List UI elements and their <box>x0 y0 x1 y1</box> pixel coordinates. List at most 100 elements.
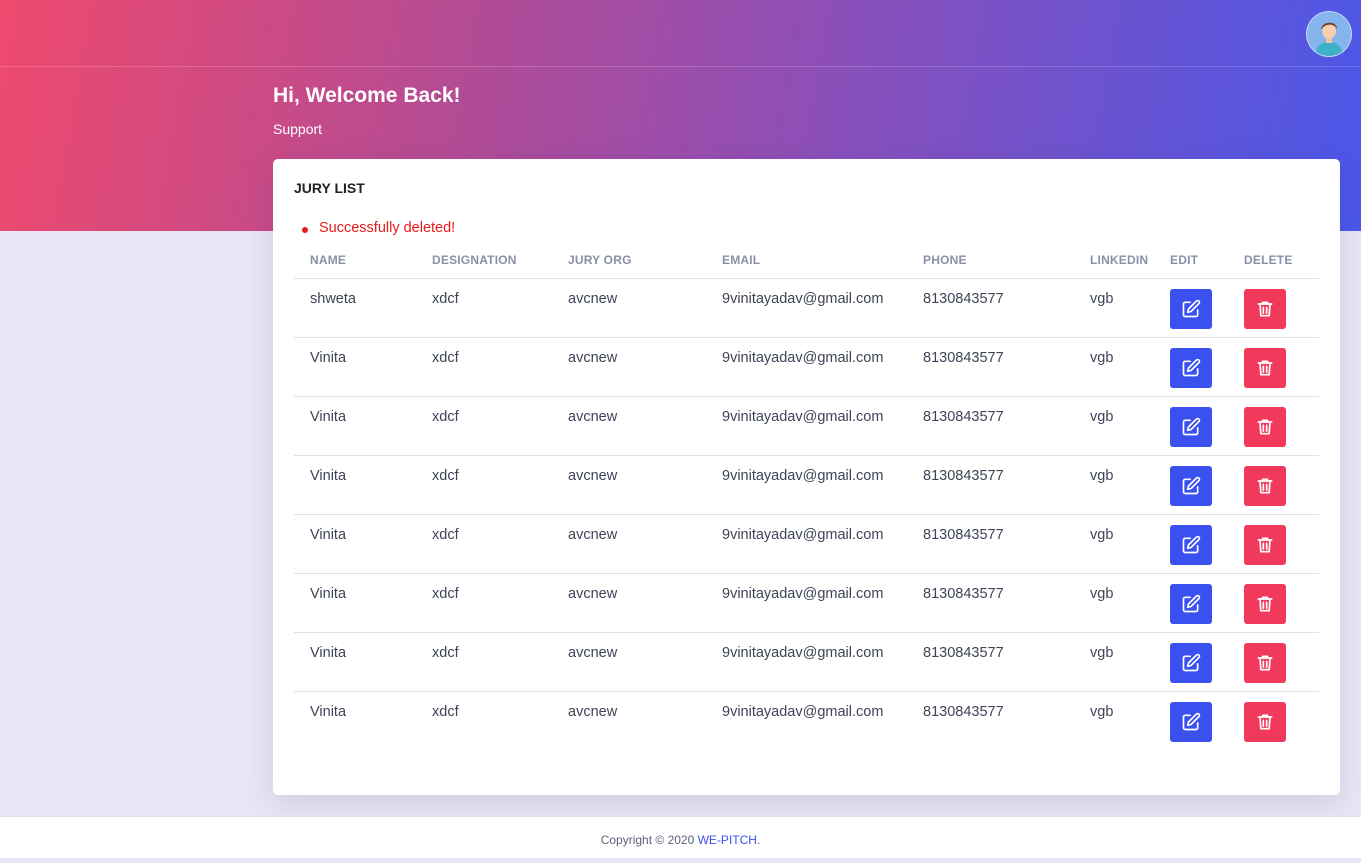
table-row: Vinita xdcf avcnew 9vinitayadav@gmail.com 81… <box>294 632 1319 692</box>
cell-email: 9vinitayadav@gmail.com <box>706 573 907 633</box>
edit-button[interactable] <box>1170 466 1212 506</box>
column-header-designation: DESIGNATION <box>416 253 552 279</box>
cell-email: 9vinitayadav@gmail.com <box>706 514 907 574</box>
cell-name: shweta <box>310 291 356 307</box>
cell-edit <box>1170 691 1244 751</box>
cell-name: Vinita <box>294 691 416 751</box>
cell-name: Vinita <box>294 632 416 692</box>
cell-email: 9vinitayadav@gmail.com <box>706 691 907 751</box>
cell-linkedin: vgb <box>1074 337 1170 397</box>
edit-button[interactable] <box>1170 702 1212 742</box>
cell-org: avcnew <box>552 337 706 397</box>
success-alert: Successfully deleted! <box>301 220 456 236</box>
jury-table: NAME DESIGNATION JURY ORG EMAIL PHONE LI… <box>294 253 1319 751</box>
jury-list-card: JURY LIST Successfully deleted! NAME DES… <box>273 159 1340 795</box>
table-row: Vinita xdcf avcnew 9vinitayadav@gmail.com 81… <box>294 396 1319 456</box>
cell-edit <box>1170 455 1244 515</box>
delete-button[interactable] <box>1244 643 1286 683</box>
cell-phone: 8130843577 <box>907 396 1074 456</box>
table-row: Vinita xdcf avcnew 9vinitayadav@gmail.com 81… <box>294 573 1319 633</box>
table-row: shweta xdcf avcnew 9vinitayadav@gmail.com 81… <box>294 279 1319 338</box>
table-row: Vinita xdcf avcnew 9vinitayadav@gmail.com 81… <box>294 691 1319 751</box>
delete-button[interactable] <box>1244 525 1286 565</box>
cell-delete <box>1244 573 1319 633</box>
cell-linkedin: vgb <box>1074 455 1170 515</box>
delete-button[interactable] <box>1244 407 1286 447</box>
cell-org: avcnew <box>552 396 706 456</box>
cell-email: 9vinitayadav@gmail.com <box>706 337 907 397</box>
welcome-heading: Hi, Welcome Back! <box>273 84 461 107</box>
cell-name: Vinita <box>294 514 416 574</box>
cell-org: avcnew <box>552 455 706 515</box>
cell-linkedin: vgb <box>1074 632 1170 692</box>
footer: Copyright © 2020 WE-PITCH. <box>0 816 1361 858</box>
column-header-email: EMAIL <box>706 253 907 279</box>
copyright-suffix: . <box>756 833 761 847</box>
cell-org: avcnew <box>552 514 706 574</box>
delete-button[interactable] <box>1244 702 1286 742</box>
user-role: Support <box>273 121 323 137</box>
edit-button[interactable] <box>1170 407 1212 447</box>
cell-delete <box>1244 337 1319 397</box>
table-header-row: NAME DESIGNATION JURY ORG EMAIL PHONE LI… <box>294 253 1319 279</box>
cell-delete <box>1244 396 1319 456</box>
cell-linkedin: vgb <box>1074 396 1170 456</box>
jury-table-body: shweta xdcf avcnew 9vinitayadav@gmail.com 81… <box>294 279 1319 751</box>
cell-email: 9vinitayadav@gmail.com <box>706 396 907 456</box>
brand-link[interactable]: WE-PITCH <box>698 833 757 847</box>
delete-button[interactable] <box>1244 289 1286 329</box>
edit-button[interactable] <box>1170 525 1212 565</box>
edit-button[interactable] <box>1170 584 1212 624</box>
column-header-edit: EDIT <box>1170 253 1244 279</box>
column-header-phone: PHONE <box>907 253 1074 279</box>
top-navbar <box>0 0 1361 67</box>
cell-name: Vinita <box>294 455 416 515</box>
cell-email: 9vinitayadav@gmail.com <box>706 455 907 515</box>
cell-linkedin: vgb <box>1074 514 1170 574</box>
delete-button[interactable] <box>1244 466 1286 506</box>
cell-designation: xdcf <box>416 573 552 633</box>
cell-designation: xdcf <box>416 632 552 692</box>
cell-name: Vinita <box>294 573 416 633</box>
cell-designation: xdcf <box>416 514 552 574</box>
cell-delete <box>1244 455 1319 515</box>
cell-phone: 8130843577 <box>907 337 1074 397</box>
delete-button[interactable] <box>1244 348 1286 388</box>
cell-edit <box>1170 632 1244 692</box>
cell-delete <box>1244 279 1319 338</box>
delete-button[interactable] <box>1244 584 1286 624</box>
cell-phone: 8130843577 <box>907 573 1074 633</box>
cell-designation: xdcf <box>432 291 459 307</box>
table-row: Vinita xdcf avcnew 9vinitayadav@gmail.com 81… <box>294 514 1319 574</box>
edit-button[interactable] <box>1170 289 1212 329</box>
cell-org: avcnew <box>552 632 706 692</box>
column-header-name: NAME <box>294 253 416 279</box>
cell-designation: xdcf <box>416 691 552 751</box>
cell-phone: 8130843577 <box>923 291 1004 307</box>
cell-org: avcnew <box>552 691 706 751</box>
cell-org: avcnew <box>568 291 618 307</box>
cell-phone: 8130843577 <box>907 455 1074 515</box>
cell-edit <box>1170 337 1244 397</box>
cell-delete <box>1244 632 1319 692</box>
avatar-icon <box>1307 12 1351 56</box>
cell-edit <box>1170 279 1244 338</box>
cell-phone: 8130843577 <box>907 514 1074 574</box>
cell-designation: xdcf <box>416 337 552 397</box>
user-avatar[interactable] <box>1306 11 1352 57</box>
cell-name: Vinita <box>294 337 416 397</box>
edit-button[interactable] <box>1170 348 1212 388</box>
copyright-text: Copyright © 2020 <box>600 833 695 847</box>
cell-linkedin: vgb <box>1090 291 1114 307</box>
edit-button[interactable] <box>1170 643 1212 683</box>
card-title: JURY LIST <box>294 180 365 196</box>
cell-linkedin: vgb <box>1074 691 1170 751</box>
cell-org: avcnew <box>552 573 706 633</box>
column-header-linkedin: LINKEDIN <box>1074 253 1170 279</box>
cell-phone: 8130843577 <box>907 632 1074 692</box>
cell-name: Vinita <box>294 396 416 456</box>
cell-edit <box>1170 396 1244 456</box>
table-row: Vinita xdcf avcnew 9vinitayadav@gmail.com 81… <box>294 455 1319 515</box>
cell-email: 9vinitayadav@gmail.com <box>706 632 907 692</box>
cell-delete <box>1244 514 1319 574</box>
